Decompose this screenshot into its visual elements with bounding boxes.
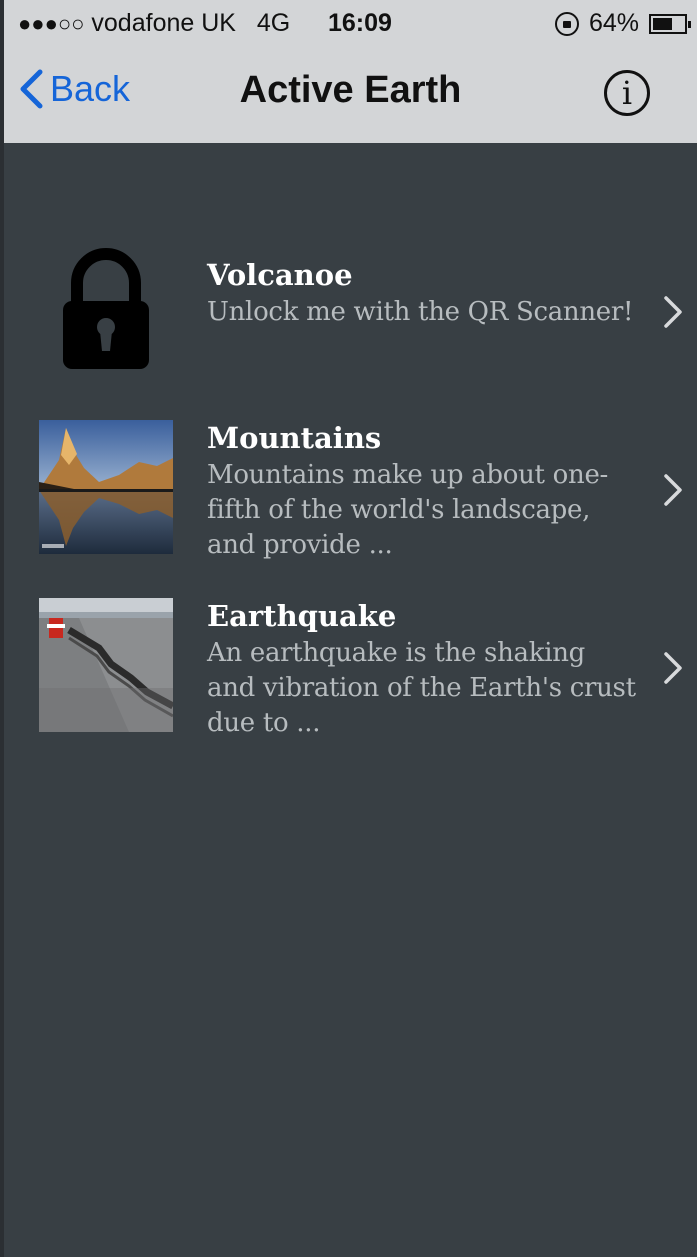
info-icon: i [621, 74, 633, 112]
list-item-volcanoe[interactable]: Volcanoe Unlock me with the QR Scanner! [4, 243, 697, 383]
top-bar: ●●●○○ vodafone UK 4G 16:09 64% Back Acti… [4, 0, 697, 143]
status-bar: ●●●○○ vodafone UK 4G 16:09 64% [4, 0, 697, 46]
item-description: An earthquake is the shaking and vibrati… [207, 638, 636, 738]
info-button[interactable]: i [604, 70, 650, 116]
carrier-name: vodafone UK [91, 9, 236, 37]
item-title: Earthquake [207, 599, 397, 633]
signal-strength: ●●●○○ [18, 11, 85, 36]
rotation-lock-icon [554, 11, 579, 36]
chevron-right-icon [664, 474, 682, 506]
item-text: Volcanoe Unlock me with the QR Scanner! [207, 257, 637, 330]
status-left: ●●●○○ vodafone UK 4G [18, 9, 290, 38]
earthquake-thumbnail [39, 598, 173, 732]
app-screen: ●●●○○ vodafone UK 4G 16:09 64% Back Acti… [4, 0, 697, 1257]
battery-icon [649, 13, 691, 34]
status-time: 16:09 [328, 9, 392, 37]
network-type: 4G [256, 9, 291, 37]
navigation-bar: Back Active Earth i [4, 46, 697, 143]
mountains-thumbnail [39, 420, 173, 554]
chevron-right-icon [664, 652, 682, 684]
item-description: Unlock me with the QR Scanner! [207, 297, 634, 327]
list-item-mountains[interactable]: Mountains Mountains make up about one-fi… [4, 420, 697, 560]
item-text: Mountains Mountains make up about one-fi… [207, 420, 637, 563]
item-text: Earthquake An earthquake is the shaking … [207, 598, 637, 741]
status-right: 64% [554, 9, 691, 38]
battery-percent: 64% [588, 9, 639, 37]
item-title: Volcanoe [207, 258, 353, 292]
battery-fill [653, 17, 672, 30]
list-item-earthquake[interactable]: Earthquake An earthquake is the shaking … [4, 598, 697, 738]
item-title: Mountains [207, 421, 382, 455]
item-description: Mountains make up about one-fifth of the… [207, 460, 609, 560]
padlock-icon [39, 243, 173, 377]
chevron-right-icon [664, 296, 682, 328]
page-title: Active Earth [239, 69, 462, 111]
